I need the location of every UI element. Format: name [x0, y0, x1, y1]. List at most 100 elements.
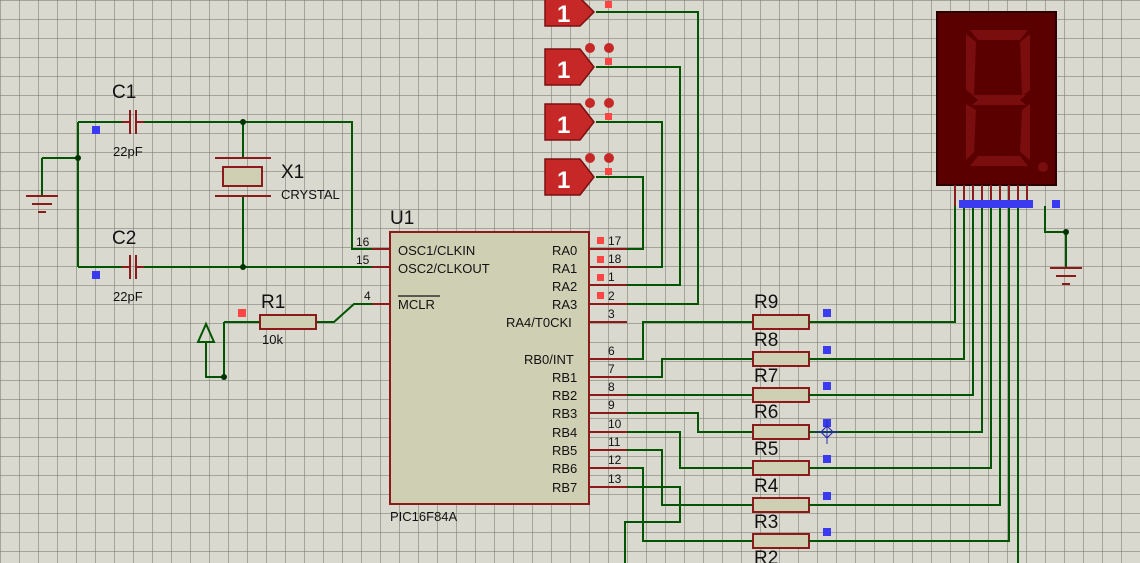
- logic-probe[interactable]: 1: [544, 153, 614, 196]
- pin-number: 10: [608, 417, 622, 431]
- cursor-crosshair-icon: [815, 420, 839, 444]
- probe-state: 1: [557, 57, 570, 84]
- junction-dot: [75, 155, 81, 161]
- logic-probe[interactable]: 1: [544, 0, 612, 28]
- schematic-canvas[interactable]: C1 22pF C2 22pF X1 CRYSTAL R1 10k U1 PIC…: [0, 0, 1140, 563]
- pin-label: OSC1/CLKIN: [398, 243, 475, 258]
- pin-label: RB0/INT: [524, 352, 574, 367]
- resistor-body[interactable]: [752, 424, 810, 440]
- pin-marker-red: [605, 168, 612, 175]
- resistor-ref: R7: [754, 366, 778, 387]
- c1-value: 22pF: [113, 144, 143, 159]
- resistor-body[interactable]: [752, 533, 810, 549]
- pin-label: RA2: [552, 279, 577, 294]
- junction-dot: [221, 374, 227, 380]
- resistor-ref: R5: [754, 439, 778, 460]
- x1-ref: X1: [281, 162, 304, 183]
- junction-dot: [240, 119, 246, 125]
- pin-label: RA3: [552, 297, 577, 312]
- ground-symbol[interactable]: [1050, 267, 1082, 285]
- pin-label: RB3: [552, 406, 577, 421]
- logic-probe[interactable]: 1: [544, 43, 614, 86]
- ground-symbol[interactable]: [26, 195, 58, 213]
- pin-number: 17: [608, 234, 622, 248]
- pin-number: 13: [608, 472, 622, 486]
- pin-marker-red: [597, 274, 604, 281]
- probe-state: 1: [557, 167, 570, 194]
- c2-ref: C2: [112, 228, 136, 249]
- pin-number: 1: [608, 270, 615, 284]
- probe-led-icon: [604, 43, 614, 53]
- c1-ref: C1: [112, 82, 136, 103]
- pin-number: 4: [364, 289, 371, 303]
- u1-part: PIC16F84A: [390, 509, 458, 524]
- seven-segment-display[interactable]: [936, 11, 1060, 208]
- probe-led-icon: [585, 43, 595, 53]
- probe-led-icon: [604, 153, 614, 163]
- junction-dot: [1063, 229, 1069, 235]
- pin-label: RA4/T0CKI: [506, 315, 572, 330]
- probe-led-icon: [585, 153, 595, 163]
- pin-marker-blue: [823, 309, 831, 317]
- resistor-ref: R4: [754, 476, 779, 497]
- pin-marker-blue: [823, 492, 831, 500]
- pin-label: RA0: [552, 243, 577, 258]
- resistor-body[interactable]: [752, 460, 810, 476]
- u1-ref: U1: [390, 208, 414, 229]
- resistor-ref: R6: [754, 402, 778, 423]
- resistor-ref: R2: [754, 548, 778, 563]
- resistor-body[interactable]: [752, 314, 810, 330]
- pin-marker-blue: [92, 126, 100, 134]
- portb-wires: [624, 321, 753, 563]
- pin-number: 15: [356, 253, 370, 267]
- r9-ref: R9: [754, 292, 778, 313]
- probe-state: 1: [557, 112, 570, 139]
- pin-number: 2: [608, 289, 615, 303]
- pin-marker-red: [238, 309, 246, 317]
- pin-label: RB2: [552, 388, 577, 403]
- pin-marker-red: [605, 113, 612, 120]
- pin-number: 6: [608, 344, 615, 358]
- pin-label: RA1: [552, 261, 577, 276]
- pin-marker-red: [605, 58, 612, 65]
- pin-marker-red: [605, 1, 612, 8]
- logic-probe[interactable]: 1: [544, 98, 614, 141]
- x1-value: CRYSTAL: [281, 187, 340, 202]
- pin-marker-blue: [1052, 200, 1060, 208]
- capacitor-c1[interactable]: C1 22pF: [92, 82, 144, 159]
- pin-label: RB7: [552, 480, 577, 495]
- pin-marker-red: [597, 292, 604, 299]
- pin-label-mclr: MCLR: [398, 297, 435, 312]
- resistor-r1[interactable]: R1 10k: [205, 292, 372, 378]
- r1-ref: R1: [261, 292, 285, 313]
- pin-label: RB4: [552, 425, 577, 440]
- junction-dot: [240, 264, 246, 270]
- pin-marker-blue: [823, 455, 831, 463]
- pin-label: RB5: [552, 443, 577, 458]
- probe-led-icon: [585, 98, 595, 108]
- resistor-ref: R8: [754, 330, 778, 351]
- resistor-bank[interactable]: R9 R8 R7 R6 R5 R4 R3 R2: [752, 292, 831, 563]
- pin-marker-blue: [823, 528, 831, 536]
- pin-marker-blue: [959, 200, 1033, 208]
- pin-marker-blue: [823, 346, 831, 354]
- resistor-ref: R3: [754, 512, 778, 533]
- pin-marker-blue: [823, 382, 831, 390]
- pin-label: RB6: [552, 461, 577, 476]
- crystal-x1[interactable]: X1 CRYSTAL: [215, 157, 340, 202]
- pin-marker-red: [597, 256, 604, 263]
- pin-number: 12: [608, 453, 622, 467]
- pin-number: 7: [608, 362, 615, 376]
- resistor-body[interactable]: [752, 497, 810, 513]
- resistor-body[interactable]: [752, 351, 810, 367]
- c2-value: 22pF: [113, 289, 143, 304]
- power-terminal-icon[interactable]: [196, 321, 216, 343]
- schematic-svg: C1 22pF C2 22pF X1 CRYSTAL R1 10k U1 PIC…: [26, 0, 1082, 563]
- pin-number: 3: [608, 307, 615, 321]
- resistor-body[interactable]: [752, 387, 810, 403]
- pin-number: 18: [608, 252, 622, 266]
- pin-number: 11: [608, 435, 621, 449]
- microcontroller-u1[interactable]: U1 PIC16F84A 16 15 4 OSC1/CLKIN OSC2/CLK…: [356, 208, 627, 524]
- pin-label: OSC2/CLKOUT: [398, 261, 490, 276]
- pin-number: 16: [356, 235, 370, 249]
